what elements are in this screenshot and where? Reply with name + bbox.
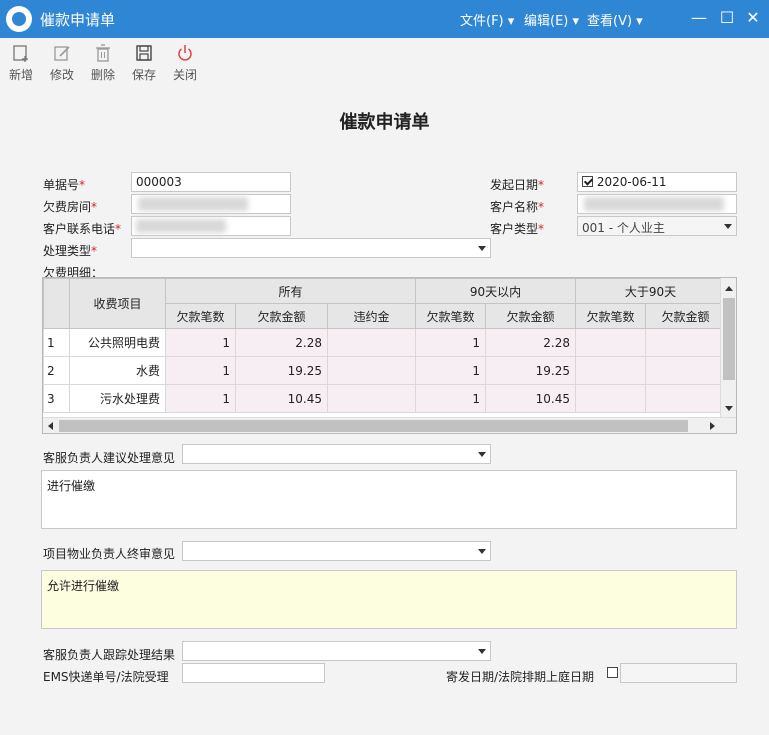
group-header-gt90: 大于90天 (575, 278, 726, 304)
customer-type-select[interactable]: 001 - 个人业主 (577, 216, 737, 236)
delete-label: 删除 (90, 68, 115, 82)
horizontal-scrollbar[interactable] (43, 417, 736, 433)
scroll-left-icon[interactable] (48, 422, 53, 430)
cs-opinion-label: 客服负责人建议处理意见 (43, 451, 176, 465)
new-button[interactable]: 新增 (3, 44, 39, 83)
chevron-down-icon (478, 549, 486, 554)
close-button[interactable]: 关闭 (167, 44, 203, 83)
phone-label: 客户联系电话* (43, 222, 122, 236)
table-row[interactable]: 3 污水处理费 1 10.45 1 10.45 (43, 384, 726, 413)
delete-button[interactable]: 删除 (85, 44, 121, 83)
date-checkbox[interactable] (582, 176, 593, 187)
pm-opinion-label: 项目物业负责人终审意见 (43, 547, 176, 561)
type-select[interactable] (131, 238, 491, 258)
doc-no-input[interactable] (131, 172, 291, 192)
chevron-down-icon (478, 246, 486, 251)
group-header-90: 90天以内 (415, 278, 576, 304)
menu-file[interactable]: 文件(F) ▾ (460, 10, 514, 29)
toolbar: 新增 修改 删除 保存 关闭 (0, 38, 769, 88)
doc-no-label: 单据号* (43, 178, 86, 192)
window-title: 催款申请单 (40, 11, 116, 29)
send-date-field[interactable] (620, 663, 737, 683)
room-label: 欠费房间* (43, 200, 98, 214)
type-label: 处理类型* (43, 244, 98, 258)
row-number-header (43, 278, 70, 329)
chevron-down-icon (478, 452, 486, 457)
room-input[interactable] (131, 194, 291, 214)
send-date-label: 寄发日期/法院排期上庭日期 (446, 670, 595, 684)
save-button[interactable]: 保存 (126, 44, 162, 83)
customer-type-label: 客户类型* (490, 222, 545, 236)
col-header-penalty: 违约金 (327, 303, 416, 329)
date-label: 发起日期* (490, 178, 545, 192)
menu-view[interactable]: 查看(V) ▾ (587, 10, 643, 29)
save-disk-icon (136, 45, 152, 61)
pencil-icon (54, 46, 70, 61)
col-header-count: 欠款笔数 (165, 303, 236, 329)
col-header-amount-gt90: 欠款金额 (645, 303, 726, 329)
edit-label: 修改 (49, 68, 74, 82)
menu-edit[interactable]: 编辑(E) ▾ (524, 10, 579, 29)
edit-button[interactable]: 修改 (44, 44, 80, 83)
col-header-count-90: 欠款笔数 (415, 303, 486, 329)
new-doc-icon (13, 45, 28, 62)
scroll-right-icon[interactable] (710, 422, 715, 430)
col-header-item: 收费项目 (69, 278, 166, 329)
title-bar: 催款申请单 文件(F) ▾ 编辑(E) ▾ 查看(V) ▾ — ☐ ✕ (0, 0, 769, 38)
app-logo-icon (6, 6, 32, 32)
table-row[interactable]: 1 公共照明电费 1 2.28 1 2.28 (43, 328, 726, 357)
cs-opinion-select[interactable] (182, 444, 491, 464)
date-field[interactable]: 2020-06-11 (577, 172, 737, 192)
new-label: 新增 (8, 68, 33, 82)
cs-opinion-textarea[interactable]: 进行催缴 (41, 470, 737, 529)
vertical-scroll-thumb[interactable] (723, 298, 735, 380)
pm-opinion-select[interactable] (182, 541, 491, 561)
close-window-button[interactable]: ✕ (742, 8, 764, 28)
power-icon (178, 45, 192, 61)
maximize-button[interactable]: ☐ (716, 8, 738, 28)
close-label: 关闭 (172, 68, 197, 82)
col-header-amount-90: 欠款金额 (485, 303, 576, 329)
track-result-select[interactable] (182, 641, 491, 661)
scroll-down-icon[interactable] (725, 406, 733, 411)
minimize-button[interactable]: — (688, 8, 710, 28)
customer-name-label: 客户名称* (490, 200, 545, 214)
phone-input[interactable] (131, 216, 291, 236)
ems-input[interactable] (182, 663, 325, 683)
ems-label: EMS快递单号/法院受理 (43, 670, 169, 684)
save-label: 保存 (131, 68, 156, 82)
horizontal-scroll-thumb[interactable] (59, 420, 688, 432)
chevron-down-icon (478, 649, 486, 654)
vertical-scrollbar[interactable] (720, 278, 736, 418)
col-header-count-gt90: 欠款笔数 (575, 303, 646, 329)
col-header-amount: 欠款金额 (235, 303, 328, 329)
table-row[interactable]: 2 水费 1 19.25 1 19.25 (43, 356, 726, 385)
customer-name-input[interactable] (577, 194, 737, 214)
pm-opinion-textarea[interactable]: 允许进行催缴 (41, 570, 737, 629)
trash-icon (96, 44, 110, 62)
group-header-all: 所有 (165, 278, 416, 304)
chevron-down-icon (724, 224, 732, 229)
arrears-detail-grid: 收费项目 所有 90天以内 大于90天 欠款笔数 欠款金额 违约金 欠款笔数 欠… (42, 277, 737, 434)
track-result-label: 客服负责人跟踪处理结果 (43, 648, 176, 662)
send-date-checkbox[interactable] (607, 667, 618, 678)
scroll-up-icon[interactable] (725, 286, 733, 291)
page-title: 催款申请单 (339, 112, 430, 133)
